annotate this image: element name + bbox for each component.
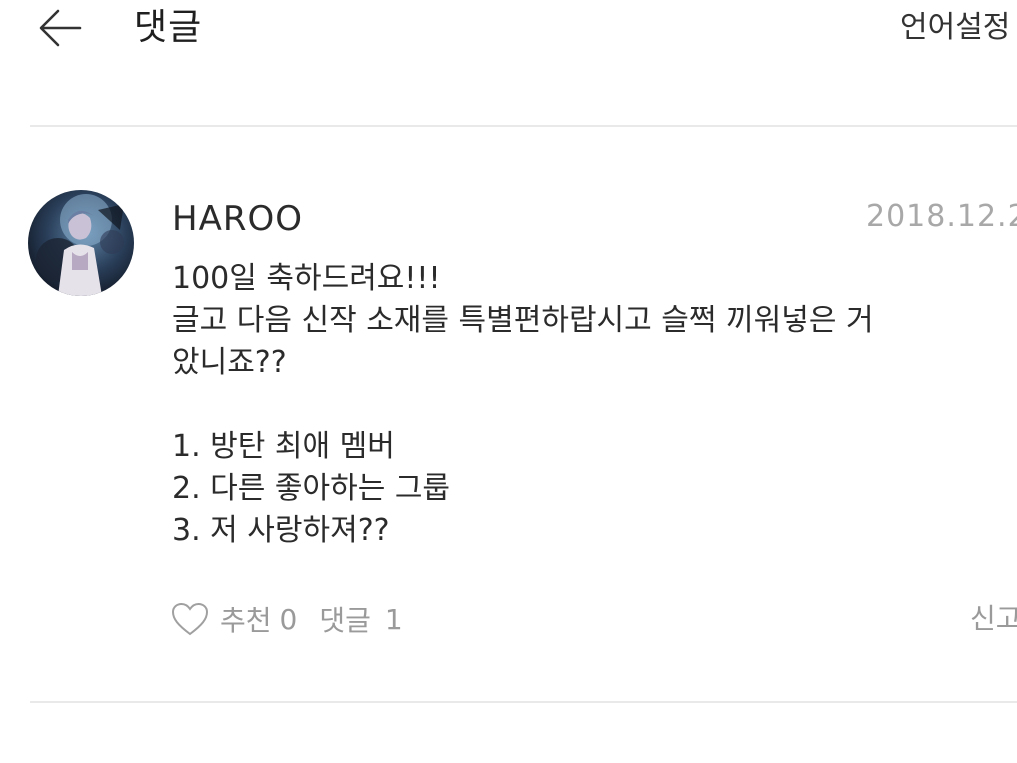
comment-author[interactable]: HAROO bbox=[172, 197, 303, 241]
like-label: 추천 bbox=[220, 604, 272, 637]
report-button[interactable]: 신고 bbox=[970, 598, 1017, 640]
comment-line: 100일 축하드려요!!! bbox=[172, 261, 441, 296]
comment-line: 3. 저 사랑하져?? bbox=[172, 513, 390, 548]
arrow-left-icon bbox=[39, 9, 82, 47]
like-count: 0 bbox=[279, 602, 298, 636]
comment-text: 100일 축하드려요!!! 글고 다음 신작 소재를 특별편하랍시고 슬쩍 끼워… bbox=[172, 258, 972, 552]
avatar[interactable] bbox=[28, 190, 134, 296]
comment-line: 2. 다른 좋아하는 그룹 bbox=[172, 471, 451, 506]
reply-label: 댓글 bbox=[319, 604, 371, 637]
like-button[interactable]: 추천 0 bbox=[170, 599, 297, 639]
comment-line: 았니죠?? bbox=[172, 345, 287, 380]
comment-line: 1. 방탄 최애 멤버 bbox=[172, 429, 395, 464]
page-title: 댓글 bbox=[134, 7, 203, 48]
header-divider bbox=[30, 125, 1017, 127]
avatar-image bbox=[36, 194, 124, 296]
comment-divider bbox=[30, 701, 1017, 703]
reply-button[interactable]: 댓글 1 bbox=[319, 599, 402, 639]
comment-date: 2018.12.22 bbox=[866, 199, 1017, 234]
comment-line: 글고 다음 신작 소재를 특별편하랍시고 슬쩍 끼워넣은 거 bbox=[172, 303, 874, 338]
header-bar: 댓글 언어설정 bbox=[0, 0, 1017, 60]
heart-outline-icon bbox=[171, 602, 209, 636]
comment-blank-line bbox=[172, 384, 972, 426]
language-setting-button[interactable]: 언어설정 bbox=[900, 8, 1010, 48]
comment-actions: 추천 0 댓글 1 bbox=[170, 598, 403, 640]
back-button[interactable] bbox=[34, 6, 84, 50]
reply-count: 1 bbox=[384, 602, 403, 636]
